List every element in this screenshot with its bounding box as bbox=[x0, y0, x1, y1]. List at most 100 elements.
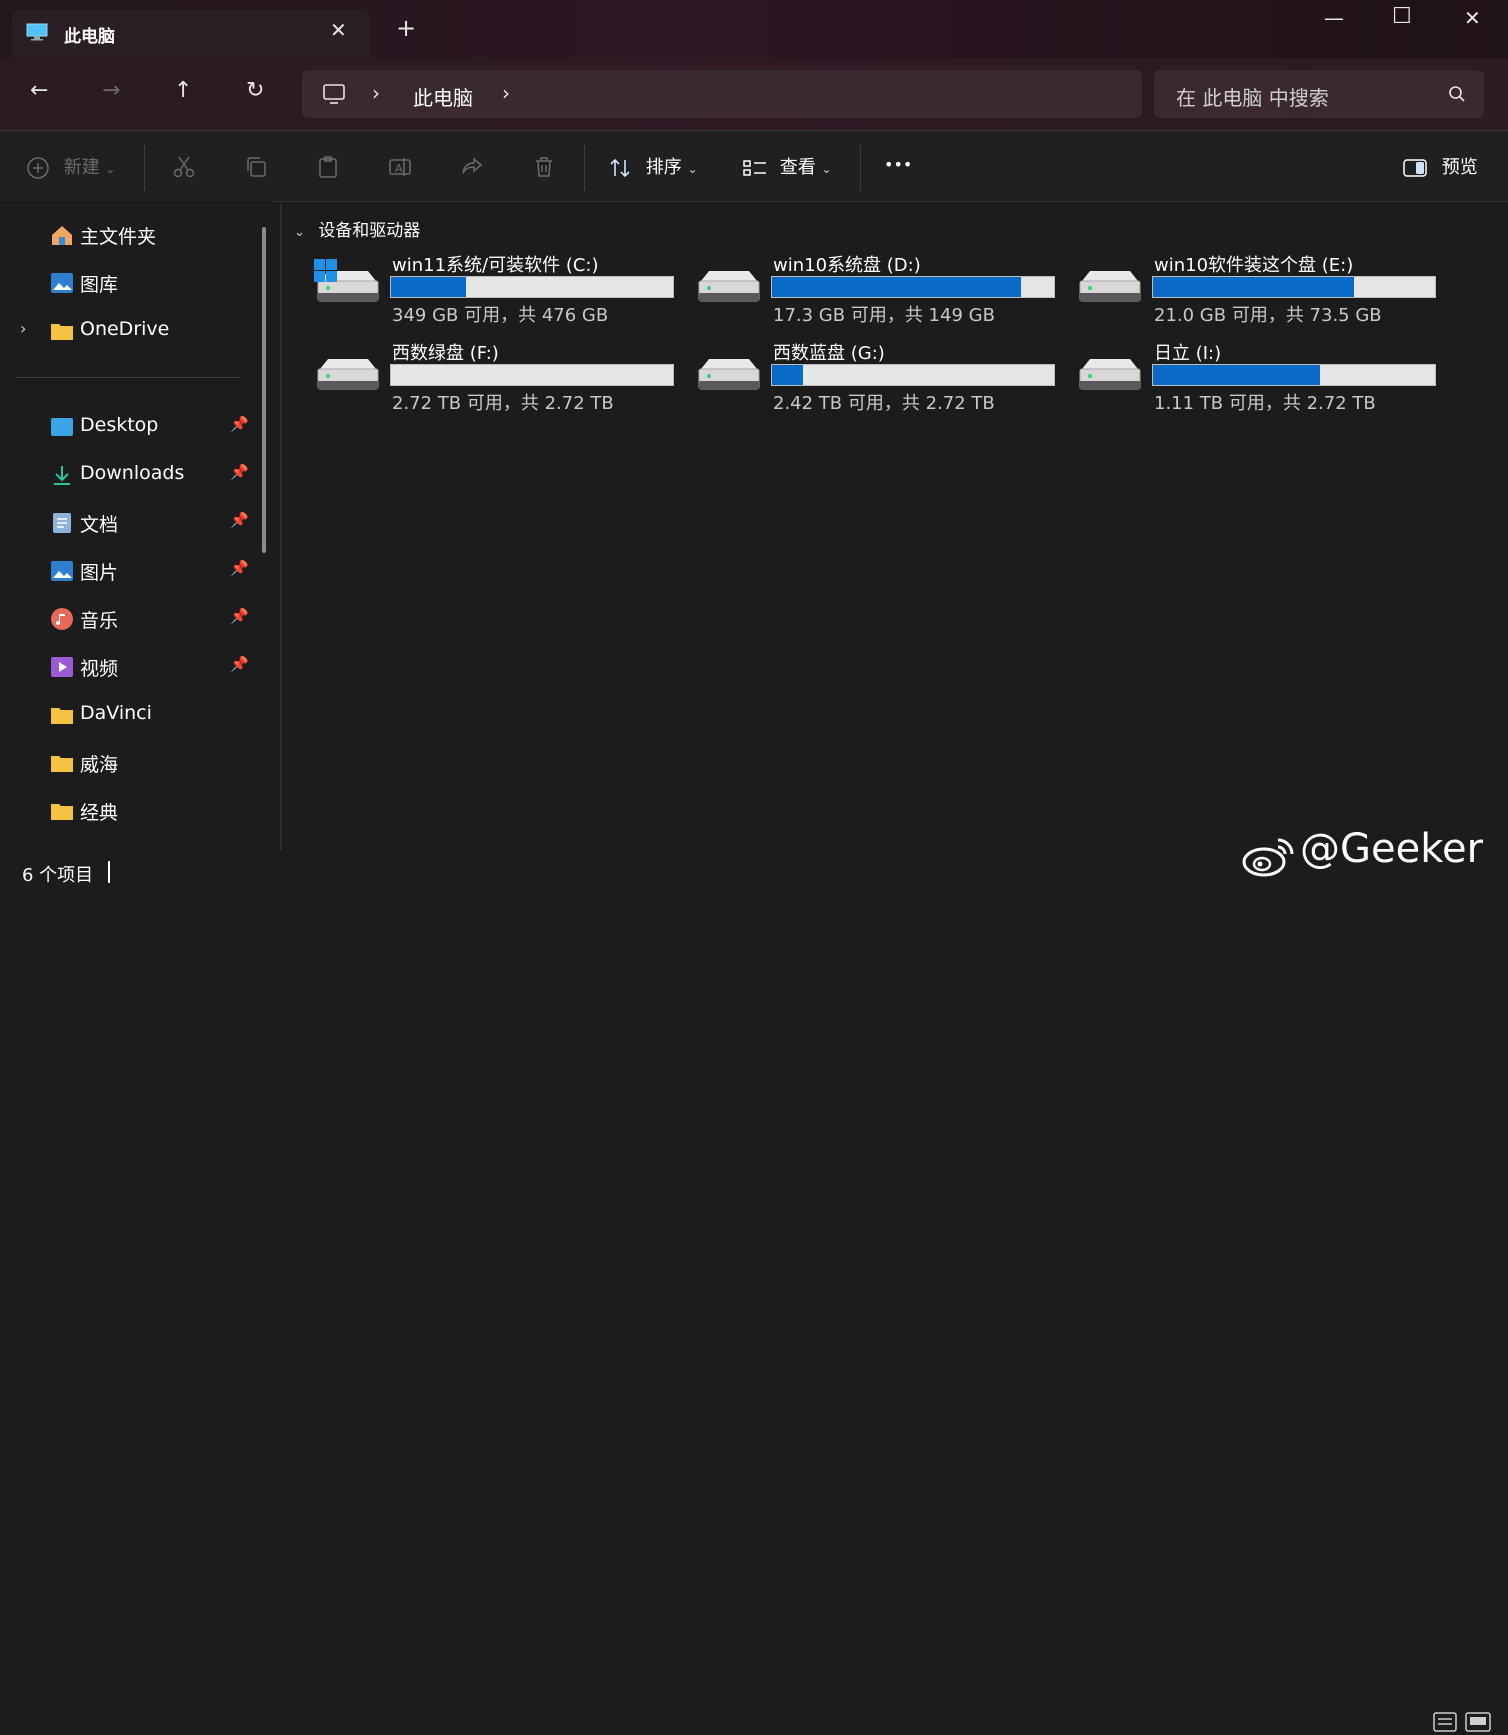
toolbar-divider bbox=[144, 145, 145, 191]
chevron-down-icon: ⌄ bbox=[687, 162, 698, 176]
tab-close-button[interactable]: ✕ bbox=[330, 18, 347, 42]
drive-space-info: 2.72 TB 可用，共 2.72 TB bbox=[392, 393, 614, 414]
share-icon[interactable] bbox=[460, 155, 484, 179]
refresh-button[interactable]: ↻ bbox=[246, 80, 264, 102]
sidebar-item-label: 威海 bbox=[80, 754, 119, 776]
chevron-right-icon[interactable]: › bbox=[20, 319, 26, 338]
drive-usage-bar bbox=[771, 364, 1055, 386]
hard-drive-icon bbox=[698, 271, 760, 302]
computer-icon bbox=[323, 84, 345, 104]
preview-pane-icon bbox=[1403, 159, 1427, 177]
drive-usage-fill bbox=[1153, 277, 1355, 297]
drive-usage-bar bbox=[390, 276, 674, 298]
pin-icon[interactable]: 📌 bbox=[230, 463, 249, 481]
pin-icon[interactable]: 📌 bbox=[230, 655, 249, 673]
address-bar[interactable]: › 此电脑 › bbox=[302, 70, 1142, 118]
group-header[interactable]: ⌄ 设备和驱动器 bbox=[294, 216, 420, 241]
chevron-right-icon[interactable]: › bbox=[502, 81, 510, 105]
search-icon[interactable] bbox=[1448, 85, 1466, 103]
drive-name: win11系统/可装软件 (C:) bbox=[392, 255, 599, 276]
view-label: 查看 bbox=[779, 157, 816, 178]
drive-usage-fill bbox=[772, 365, 804, 385]
pin-icon[interactable]: 📌 bbox=[230, 415, 249, 433]
chevron-right-icon[interactable]: › bbox=[372, 81, 380, 105]
drive-usage-fill bbox=[1153, 365, 1320, 385]
view-list-icon bbox=[743, 160, 766, 176]
sidebar-scrollbar[interactable] bbox=[262, 227, 266, 553]
navigation-pane: 主文件夹 图库 › OneDrive Desktop 📌 Downloads 📌… bbox=[0, 201, 272, 851]
music-icon bbox=[51, 608, 73, 630]
search-box[interactable]: 在 此电脑 中搜索 bbox=[1154, 70, 1484, 118]
sort-icon bbox=[610, 158, 630, 178]
search-input[interactable]: 在 此电脑 中搜索 bbox=[1176, 82, 1329, 111]
maximize-button[interactable]: ☐ bbox=[1392, 4, 1412, 29]
download-icon bbox=[54, 466, 70, 485]
drive-space-info: 21.0 GB 可用，共 73.5 GB bbox=[1154, 305, 1382, 326]
new-button[interactable]: 新建 ⌄ bbox=[26, 153, 116, 180]
drive-usage-fill bbox=[772, 277, 1022, 297]
delete-icon[interactable] bbox=[532, 155, 556, 179]
folder-icon bbox=[51, 804, 73, 820]
folder-icon bbox=[51, 708, 73, 724]
toolbar-divider bbox=[860, 145, 861, 191]
cut-icon[interactable] bbox=[172, 155, 196, 179]
minimize-button[interactable]: — bbox=[1324, 6, 1344, 30]
drive-space-info: 17.3 GB 可用，共 149 GB bbox=[773, 305, 995, 326]
back-button[interactable]: ← bbox=[30, 80, 48, 102]
sidebar-item-label: 图库 bbox=[80, 274, 119, 296]
drive-name: 日立 (I:) bbox=[1154, 343, 1222, 364]
sidebar-divider bbox=[16, 377, 241, 378]
monitor-icon bbox=[26, 23, 48, 41]
sort-button[interactable]: 排序 ⌄ bbox=[608, 153, 698, 180]
drive-name: win10系统盘 (D:) bbox=[773, 255, 921, 276]
system-drive-icon bbox=[314, 259, 379, 302]
hard-drive-icon bbox=[1079, 359, 1141, 390]
drive-tile[interactable]: 日立 (I:) 1.11 TB 可用，共 2.72 TB bbox=[1076, 339, 1446, 419]
sidebar-item-label: 文档 bbox=[80, 514, 119, 536]
pin-icon[interactable]: 📌 bbox=[230, 607, 249, 625]
preview-pane-button[interactable]: 预览 bbox=[1402, 153, 1478, 179]
watermark-text: @Geeker bbox=[1300, 826, 1484, 872]
svg-text:A: A bbox=[395, 162, 403, 175]
more-options-button[interactable]: ••• bbox=[884, 155, 912, 174]
drive-tile[interactable]: win11系统/可装软件 (C:) 349 GB 可用，共 476 GB bbox=[314, 251, 684, 331]
hard-drive-icon bbox=[1079, 271, 1141, 302]
drive-space-info: 349 GB 可用，共 476 GB bbox=[392, 305, 609, 326]
toolbar-divider bbox=[584, 145, 585, 191]
pin-icon[interactable]: 📌 bbox=[230, 511, 249, 529]
title-bar: 此电脑 ✕ + — ☐ ✕ bbox=[0, 0, 1508, 58]
up-button[interactable]: ↑ bbox=[174, 80, 192, 102]
hard-drive-icon bbox=[698, 359, 760, 390]
close-button[interactable]: ✕ bbox=[1464, 6, 1481, 30]
drive-tile[interactable]: 西数绿盘 (F:) 2.72 TB 可用，共 2.72 TB bbox=[314, 339, 684, 419]
drive-name: 西数绿盘 (F:) bbox=[392, 343, 499, 364]
rename-icon[interactable]: A bbox=[388, 155, 412, 179]
drive-name: win10软件装这个盘 (E:) bbox=[1154, 255, 1354, 276]
document-icon bbox=[53, 513, 71, 533]
forward-button[interactable]: → bbox=[102, 80, 120, 102]
drive-tile[interactable]: win10软件装这个盘 (E:) 21.0 GB 可用，共 73.5 GB bbox=[1076, 251, 1446, 331]
view-toggle-icon[interactable] bbox=[1432, 1709, 1496, 1735]
preview-label: 预览 bbox=[1441, 157, 1478, 178]
chevron-down-icon: ⌄ bbox=[294, 225, 305, 240]
sidebar-item-label: 主文件夹 bbox=[80, 226, 157, 248]
gallery-icon bbox=[51, 273, 73, 293]
breadcrumb-this-pc[interactable]: 此电脑 bbox=[413, 82, 473, 111]
sidebar-item-label: 视频 bbox=[80, 658, 119, 680]
drive-tile[interactable]: win10系统盘 (D:) 17.3 GB 可用，共 149 GB bbox=[695, 251, 1065, 331]
pin-icon[interactable]: 📌 bbox=[230, 559, 249, 577]
folder-icon bbox=[51, 324, 73, 340]
drive-usage-bar bbox=[1152, 364, 1436, 386]
new-tab-button[interactable]: + bbox=[396, 16, 416, 40]
view-button[interactable]: 查看 ⌄ bbox=[742, 153, 832, 180]
new-label: 新建 bbox=[63, 157, 100, 178]
paste-icon[interactable] bbox=[316, 155, 340, 179]
video-icon bbox=[51, 657, 73, 677]
drive-name: 西数蓝盘 (G:) bbox=[773, 343, 885, 364]
copy-icon[interactable] bbox=[244, 155, 268, 179]
home-icon bbox=[52, 226, 72, 245]
tab-this-pc[interactable]: 此电脑 ✕ bbox=[12, 10, 370, 58]
drive-tile[interactable]: 西数蓝盘 (G:) 2.42 TB 可用，共 2.72 TB bbox=[695, 339, 1065, 419]
weibo-logo-icon bbox=[1242, 838, 1294, 877]
plus-circle-icon bbox=[27, 157, 49, 179]
